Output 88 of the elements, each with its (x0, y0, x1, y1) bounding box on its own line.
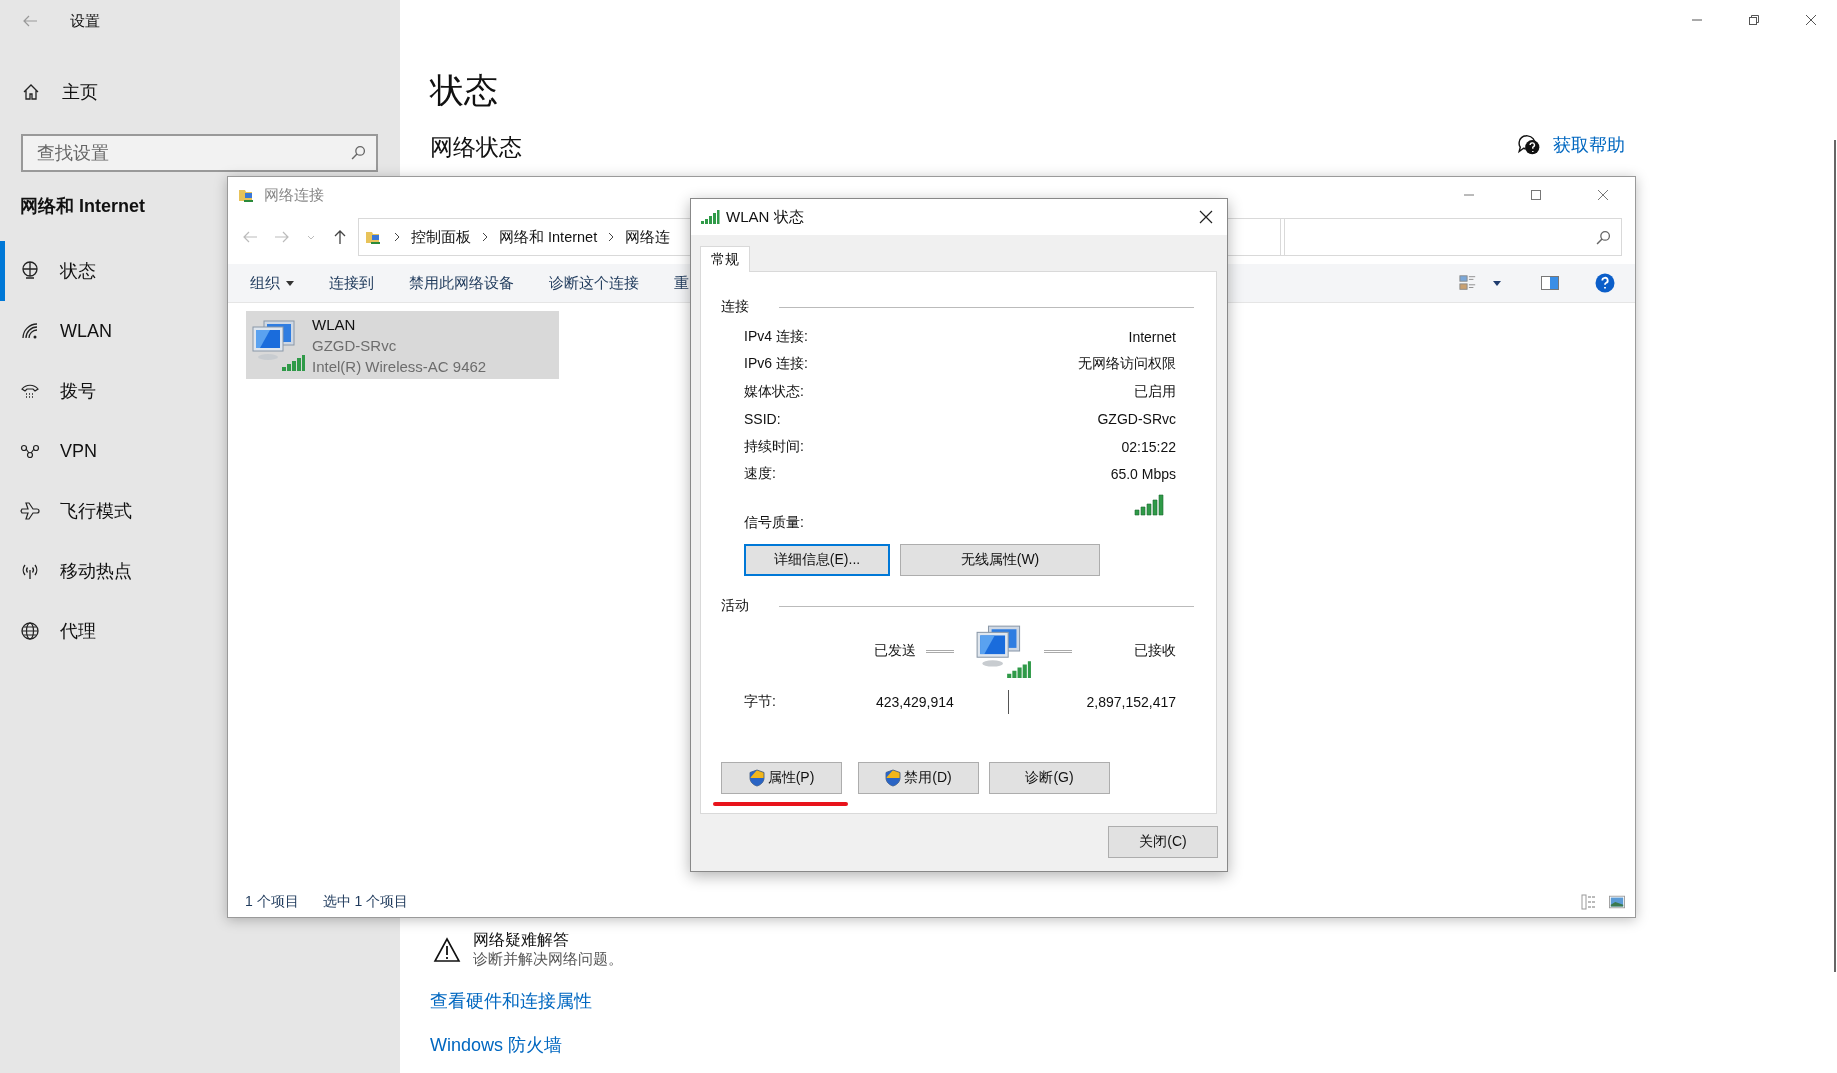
group-heading: 连接 (721, 298, 749, 316)
help-link[interactable]: 获取帮助 (1553, 133, 1625, 157)
settings-link[interactable]: Windows 防火墙 (430, 1033, 563, 1057)
large-icons-view-icon[interactable] (1609, 894, 1625, 910)
up-arrow-icon[interactable] (332, 229, 348, 245)
connection-name: WLAN (312, 314, 357, 335)
toolbar-button[interactable]: 连接到 (329, 273, 374, 293)
help-icon[interactable] (1595, 273, 1615, 293)
page-title: 状态 (430, 70, 499, 111)
dialog-button[interactable]: 禁用(D) (858, 762, 979, 794)
nav-item[interactable]: 移动热点 (0, 541, 138, 601)
section-title: 网络状态 (430, 133, 523, 162)
field-value: 无网络访问权限 (1078, 355, 1176, 374)
globe-icon (20, 621, 40, 641)
received-label: 已接收 (1134, 642, 1176, 660)
status-text: 选中 1 个项目 (322, 893, 409, 911)
search-icon (1596, 229, 1611, 245)
toolbar-button[interactable]: 诊断这个连接 (549, 273, 639, 293)
toolbar-button[interactable]: 重 (674, 273, 689, 293)
nav-item[interactable]: VPN (0, 421, 103, 481)
status-text: 1 个项目 (245, 893, 299, 911)
signal-icon (1134, 494, 1164, 516)
dialog-button[interactable]: 详细信息(E)... (744, 544, 890, 576)
close-button[interactable]: 关闭(C) (1108, 826, 1218, 858)
field-label: 速度: (744, 465, 776, 484)
group-heading: 活动 (721, 597, 749, 615)
nav-item[interactable]: 飞行模式 (0, 481, 138, 541)
field-label: SSID: (744, 411, 781, 428)
search-field[interactable]: 查找设置 (21, 134, 378, 172)
restore-icon[interactable] (1748, 14, 1760, 26)
adapter-name: Intel(R) Wireless-AC 9462 (312, 356, 487, 377)
preview-pane-icon[interactable] (1541, 274, 1559, 292)
breadcrumb-item[interactable]: 网络和 Internet (499, 227, 598, 247)
nav-item[interactable]: 状态 (0, 241, 102, 301)
field-label: 媒体状态: (744, 382, 804, 401)
connection-item[interactable]: WLAN GZGD-SRvc Intel(R) Wireless-AC 9462 (246, 311, 559, 379)
breadcrumb-item[interactable]: 控制面板 (411, 227, 471, 247)
toolbar-button[interactable]: 禁用此网络设备 (409, 273, 514, 293)
field-value: Internet (1128, 328, 1176, 345)
network-computer-icon (974, 622, 1032, 680)
field-label: IPv4 连接: (744, 327, 808, 346)
airplane-icon (20, 501, 40, 521)
field-value: GZGD-SRvc (1097, 411, 1176, 428)
settings-link[interactable]: 查看硬件和连接属性 (430, 989, 592, 1013)
field-label: 字节: (744, 693, 777, 711)
warning-icon (433, 937, 461, 963)
field-value: 02:15:22 (1121, 438, 1176, 455)
field-label: 持续时间: (744, 437, 804, 456)
bytes-sent: 423,429,914 (876, 694, 955, 710)
window-title: 网络连接 (264, 185, 324, 205)
nav-item[interactable]: 代理 (0, 601, 102, 661)
search-icon (351, 145, 366, 160)
window-title: 设置 (70, 11, 100, 31)
network-name: GZGD-SRvc (312, 335, 398, 356)
signal-icon (700, 209, 720, 225)
dialog-button[interactable]: 属性(P) (721, 762, 842, 794)
scrollbar[interactable] (1834, 140, 1836, 972)
chevron-right-icon (480, 232, 490, 242)
bytes-received: 2,897,152,417 (1086, 694, 1176, 710)
dialog-title: WLAN 状态 (726, 207, 804, 227)
caret-icon[interactable] (1493, 280, 1501, 286)
nav-item[interactable]: 拨号 (0, 361, 102, 421)
field-value: 已启用 (1134, 382, 1176, 401)
sent-label: 已发送 (874, 642, 916, 660)
breadcrumb-item[interactable]: 网络连 (625, 227, 671, 247)
chat-help-icon (1517, 133, 1541, 157)
troubleshoot-title: 网络疑难解答 (473, 931, 570, 949)
globe-monitor-icon (20, 261, 40, 281)
maximize-icon[interactable] (1530, 189, 1542, 201)
close-icon[interactable] (1805, 14, 1817, 26)
view-options-icon[interactable] (1459, 274, 1477, 292)
field-label: 信号质量: (744, 514, 804, 532)
chevron-right-icon (392, 232, 402, 242)
network-computer-icon (250, 317, 306, 373)
dialog-button[interactable]: 诊断(G) (989, 762, 1110, 794)
back-arrow-icon[interactable] (22, 13, 38, 29)
dialog-button[interactable]: 无线属性(W) (900, 544, 1100, 576)
home-link[interactable]: 主页 (22, 80, 98, 104)
toolbar-button[interactable]: 组织 (250, 273, 294, 293)
field-value: 65.0 Mbps (1110, 466, 1176, 483)
wifi-icon (20, 321, 40, 341)
field-label: IPv6 连接: (744, 355, 808, 374)
section-heading: 网络和 Internet (20, 195, 145, 218)
close-icon[interactable] (1199, 210, 1213, 224)
nav-item[interactable]: WLAN (0, 301, 118, 361)
home-icon (22, 83, 40, 101)
tab[interactable]: 常规 (700, 246, 750, 272)
troubleshoot-description: 诊断并解决网络问题。 (473, 949, 623, 969)
